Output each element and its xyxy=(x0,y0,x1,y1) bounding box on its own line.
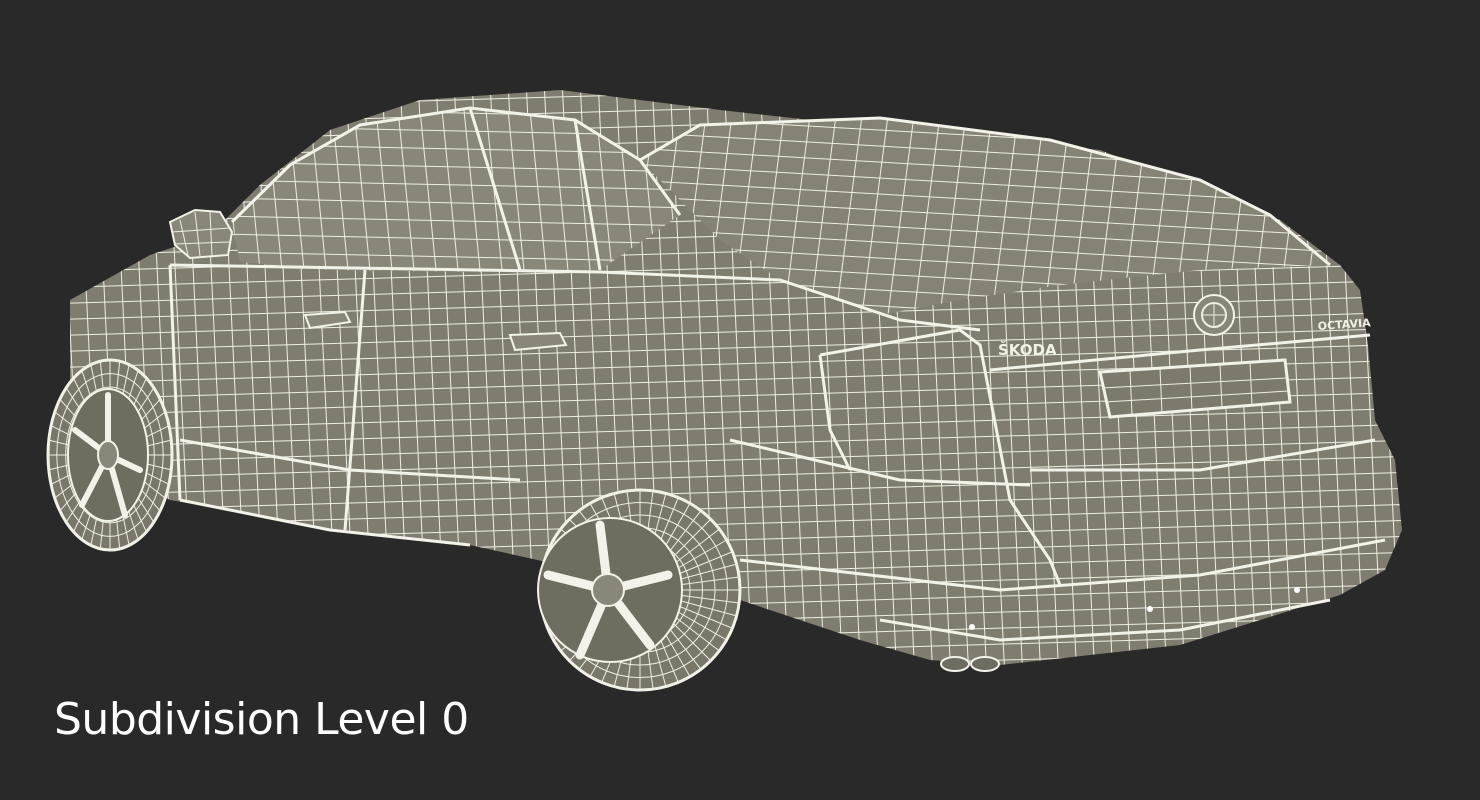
render-viewport: ŠKODA OCTAVIA Subdivision Level 0 xyxy=(0,0,1480,800)
front-wheel xyxy=(46,358,174,552)
brand-badge: ŠKODA xyxy=(998,340,1057,359)
subdivision-level-caption: Subdivision Level 0 xyxy=(54,694,469,745)
rear-wheel xyxy=(537,488,742,692)
car-wireframe-render: ŠKODA OCTAVIA xyxy=(46,90,1402,692)
skoda-emblem xyxy=(1193,294,1235,336)
